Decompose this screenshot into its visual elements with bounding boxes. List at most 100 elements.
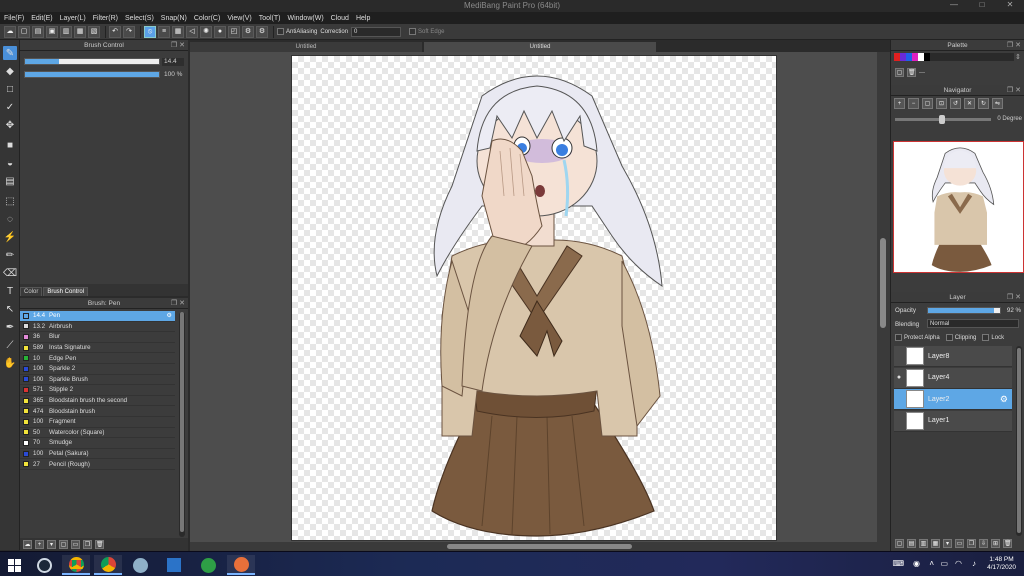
- rotation-slider[interactable]: [895, 115, 991, 124]
- volume-icon[interactable]: ♪: [972, 559, 976, 568]
- brush-item[interactable]: 13.2 Airbrush: [20, 322, 175, 333]
- zoom-out-icon[interactable]: −: [908, 98, 919, 109]
- taskbar-medibang[interactable]: [227, 555, 255, 575]
- menu-cloud[interactable]: Cloud: [331, 15, 349, 22]
- layer-menu-icon[interactable]: ▾: [943, 539, 952, 548]
- taskbar-steam[interactable]: [30, 555, 58, 575]
- brush-item[interactable]: 571 Stipple 2: [20, 385, 175, 396]
- panel-close-icon[interactable]: ❐ ✕: [1007, 40, 1021, 51]
- menu-layer[interactable]: Layer(L): [60, 15, 86, 22]
- panel-close-icon[interactable]: ❐ ✕: [171, 298, 185, 309]
- blending-select[interactable]: Normal: [927, 319, 1019, 328]
- move-tool-icon[interactable]: ✥: [3, 118, 17, 132]
- gradient-tool-icon[interactable]: ▤: [3, 174, 17, 188]
- brush-item[interactable]: 50 Watercolor (Square): [20, 428, 175, 439]
- scroll-thumb[interactable]: [180, 312, 184, 532]
- menu-window[interactable]: Window(W): [287, 15, 323, 22]
- tab-untitled-2[interactable]: Untitled: [424, 42, 656, 52]
- protect-alpha-checkbox[interactable]: [895, 334, 902, 341]
- canvas-area[interactable]: [190, 52, 890, 542]
- brush-item[interactable]: 100 Sparkle Brush: [20, 375, 175, 386]
- brush-item[interactable]: 589 Insta Signature: [20, 343, 175, 354]
- menu-tool[interactable]: Tool(T): [259, 15, 281, 22]
- fit-icon[interactable]: ▢: [922, 98, 933, 109]
- brush-list-scrollbar[interactable]: [179, 312, 185, 537]
- export-icon[interactable]: ▥: [60, 25, 72, 38]
- brush-item[interactable]: 14.4 Pen ⚙: [20, 311, 175, 322]
- panel-close-icon[interactable]: ❐ ✕: [171, 40, 185, 51]
- new-1bit-layer-icon[interactable]: ▦: [931, 539, 940, 548]
- fill-brush-icon[interactable]: ✓: [3, 100, 17, 114]
- taskbar-chrome-2[interactable]: [94, 555, 122, 575]
- brush-item[interactable]: 70 Smudge: [20, 438, 175, 449]
- new-file-icon[interactable]: ▢: [18, 25, 30, 38]
- layer-list-scrollbar[interactable]: [1016, 346, 1022, 536]
- correction-select[interactable]: 0: [351, 26, 402, 37]
- brush-menu-icon[interactable]: ▾: [47, 540, 56, 549]
- brush-tool-icon[interactable]: ✎: [3, 46, 17, 60]
- scroll-thumb[interactable]: [1017, 348, 1021, 533]
- grid-icon[interactable]: ▦: [74, 25, 86, 38]
- brush-item[interactable]: 474 Bloodstain brush: [20, 406, 175, 417]
- operation-tool-icon[interactable]: ↖: [3, 302, 17, 316]
- snap-parallel-icon[interactable]: ≡: [158, 25, 170, 38]
- actual-size-icon[interactable]: ⊡: [936, 98, 947, 109]
- navigator-preview[interactable]: [893, 141, 1024, 273]
- delete-layer-icon[interactable]: 🗑: [1003, 539, 1012, 548]
- rotation-handle[interactable]: [939, 115, 945, 124]
- new-8bit-layer-icon[interactable]: ▥: [919, 539, 928, 548]
- tab-untitled-1[interactable]: Untitled: [190, 42, 422, 52]
- layer-folder-icon[interactable]: ▭: [955, 539, 964, 548]
- tab-color[interactable]: Color: [20, 287, 43, 296]
- reset-rotation-icon[interactable]: ✕: [964, 98, 975, 109]
- menu-filter[interactable]: Filter(R): [93, 15, 118, 22]
- menu-snap[interactable]: Snap(N): [161, 15, 187, 22]
- scroll-thumb[interactable]: [447, 544, 632, 549]
- snap-options-icon[interactable]: ⚙: [256, 25, 268, 38]
- taskbar-sims[interactable]: [194, 555, 222, 575]
- palette-scroll-icon[interactable]: ⇕: [1015, 53, 1021, 61]
- palette-menu[interactable]: ---: [919, 70, 925, 76]
- panel-close-icon[interactable]: ❐ ✕: [1007, 292, 1021, 303]
- palette-delete-icon[interactable]: 🗑: [907, 68, 916, 77]
- layer-settings-icon[interactable]: ⚙: [1000, 394, 1008, 405]
- folder-icon[interactable]: ▭: [71, 540, 80, 549]
- new-layer-icon[interactable]: ▢: [895, 539, 904, 548]
- hand-tool-icon[interactable]: ✋: [3, 356, 17, 370]
- start-button[interactable]: [0, 555, 28, 575]
- brush-item[interactable]: 27 Pencil (Rough): [20, 459, 175, 470]
- cloud-icon[interactable]: ☁: [4, 25, 16, 38]
- taskbar-chrome[interactable]: [62, 555, 90, 575]
- menu-view[interactable]: View(V): [227, 15, 251, 22]
- snap-curve-icon[interactable]: ◰: [228, 25, 240, 38]
- clock[interactable]: 1:48 PM 4/17/2020: [987, 556, 1016, 572]
- tray-up-icon[interactable]: ˄: [929, 559, 934, 568]
- copy-brush-icon[interactable]: ▢: [59, 540, 68, 549]
- open-icon[interactable]: ▤: [32, 25, 44, 38]
- zoom-in-icon[interactable]: +: [894, 98, 905, 109]
- snap-off-icon[interactable]: ⦸: [144, 25, 156, 38]
- snap-settings-icon[interactable]: ⚙: [242, 25, 254, 38]
- layer-row[interactable]: Layer1: [894, 410, 1012, 432]
- save-icon[interactable]: ▣: [46, 25, 58, 38]
- soft-edge-checkbox[interactable]: [409, 28, 417, 35]
- maximize-button[interactable]: □: [968, 0, 996, 12]
- settings-icon[interactable]: ▧: [88, 25, 100, 38]
- merge-down-icon[interactable]: ⇩: [979, 539, 988, 548]
- palette-swatch[interactable]: [924, 53, 930, 61]
- magic-wand-icon[interactable]: ⚡: [3, 230, 17, 244]
- brush-item[interactable]: 10 Edge Pen: [20, 353, 175, 364]
- brush-item[interactable]: 100 Petal (Sakura): [20, 449, 175, 460]
- flip-icon[interactable]: ⇋: [992, 98, 1003, 109]
- brush-item[interactable]: 365 Bloodstain brush the second: [20, 396, 175, 407]
- tab-brush-control[interactable]: Brush Control: [43, 287, 89, 296]
- palette-add-icon[interactable]: ▢: [895, 68, 904, 77]
- brush-opacity-slider[interactable]: [24, 71, 160, 78]
- brush-size-slider[interactable]: [24, 58, 160, 65]
- layer-property-icon[interactable]: ⊞: [991, 539, 1000, 548]
- snap-cross-icon[interactable]: ▦: [172, 25, 184, 38]
- antialias-checkbox[interactable]: [277, 28, 284, 35]
- lock-checkbox[interactable]: [982, 334, 990, 341]
- menu-file[interactable]: File(F): [4, 15, 24, 22]
- bucket-tool-icon[interactable]: ◒: [3, 156, 17, 170]
